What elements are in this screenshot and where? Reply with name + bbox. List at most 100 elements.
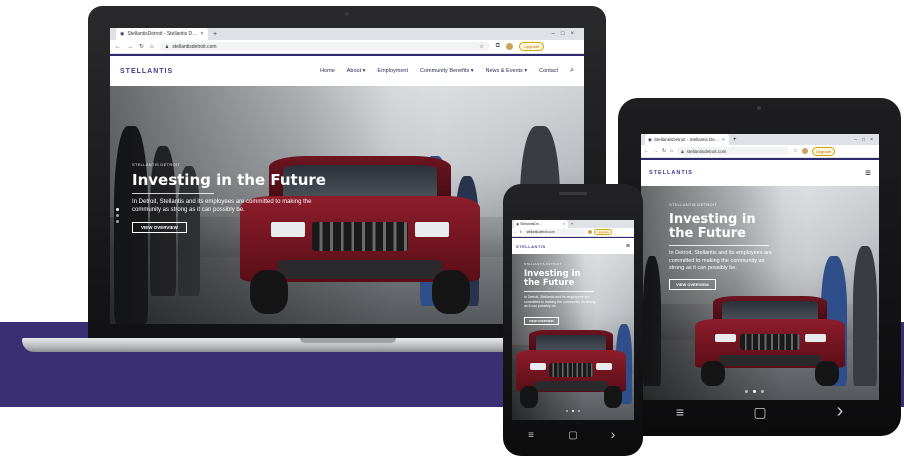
minimize-button[interactable]: – xyxy=(854,137,857,143)
menu-item-employment[interactable]: Employment xyxy=(377,68,408,74)
carousel-dot[interactable] xyxy=(116,208,119,211)
close-icon[interactable]: × xyxy=(563,222,565,226)
favicon-icon: ◉ xyxy=(648,136,652,142)
hero-body: In Detroit, Stellantis and its employees… xyxy=(132,198,312,213)
new-tab-button[interactable]: + xyxy=(571,222,573,226)
phone-toolbar: ← ↻ stellantisdetroit.com Upgrade xyxy=(512,228,634,237)
phone-speaker xyxy=(559,192,587,195)
close-window-button[interactable]: × xyxy=(870,137,873,143)
tablet-window-controls: – □ × xyxy=(854,137,873,143)
phone-address-bar[interactable]: stellantisdetroit.com xyxy=(524,229,587,235)
carousel-dot[interactable] xyxy=(116,214,119,217)
favicon-icon: ◉ xyxy=(120,31,125,37)
hero-eyebrow: STELLANTIS DETROIT xyxy=(132,162,181,167)
hero-headline: Investing in the Future xyxy=(524,270,604,288)
hamburger-icon[interactable]: ≡ xyxy=(626,243,630,250)
view-overview-button[interactable]: VIEW OVERVIEW xyxy=(524,317,559,325)
close-icon[interactable]: × xyxy=(200,31,203,37)
laptop-tab-title: StellantisDetroit - Stellantis Detroit xyxy=(127,31,198,37)
carousel-dot[interactable] xyxy=(753,390,756,393)
phone-home-key[interactable]: ▢ xyxy=(566,430,580,441)
phone-tab[interactable]: ◉ StellantisDe... × xyxy=(514,220,568,228)
hero-eyebrow: STELLANTIS DETROIT xyxy=(524,262,562,266)
profile-avatar[interactable] xyxy=(588,230,593,234)
star-icon[interactable]: ☆ xyxy=(479,44,483,50)
extension-icon[interactable]: ⧉ xyxy=(496,43,500,50)
view-overview-button[interactable]: VIEW OVERVIEW xyxy=(669,278,716,290)
hamburger-icon[interactable]: ≡ xyxy=(865,168,871,179)
hero-headline-line1: Investing in xyxy=(669,212,756,227)
upgrade-button[interactable]: Upgrade xyxy=(518,42,545,51)
laptop-site-nav: STELLANTIS Home About ▾ Employment Commu… xyxy=(110,56,584,86)
site-logo[interactable]: STELLANTIS xyxy=(516,244,546,249)
back-icon[interactable]: ← xyxy=(514,230,518,234)
home-icon[interactable]: ⌂ xyxy=(150,44,154,50)
carousel-dot[interactable] xyxy=(745,390,748,393)
hero-headline-line2: the Future xyxy=(669,225,746,241)
site-logo[interactable]: STELLANTIS xyxy=(120,68,173,75)
tablet-address-bar[interactable]: 🔒︎ stellantisdetroit.com xyxy=(677,147,790,155)
tablet-hero-text: STELLANTIS DETROIT Investing in the Futu… xyxy=(669,202,789,291)
maximize-button[interactable]: □ xyxy=(561,31,565,37)
jeep-vehicle xyxy=(695,296,845,386)
menu-item-about[interactable]: About ▾ xyxy=(347,68,366,74)
carousel-dot[interactable] xyxy=(578,410,580,412)
tablet-back-key[interactable]: › xyxy=(830,400,850,423)
hero-rule xyxy=(669,245,769,247)
laptop-url: stellantisdetroit.com xyxy=(172,43,217,50)
hero-body: In Detroit, Stellantis and its employees… xyxy=(669,250,773,272)
phone-hero-text: STELLANTIS DETROIT Investing in the Futu… xyxy=(524,262,604,327)
laptop-address-bar[interactable]: 🔒︎ stellantisdetroit.com ☆ xyxy=(159,42,490,51)
phone-screen: ◉ StellantisDe... × + ← ↻ stellantisdetr… xyxy=(512,220,634,420)
phone-back-key[interactable]: › xyxy=(606,426,620,442)
lock-icon: 🔒︎ xyxy=(165,43,169,50)
back-icon[interactable]: ← xyxy=(644,148,649,154)
tablet-url: stellantisdetroit.com xyxy=(686,148,727,154)
site-logo[interactable]: STELLANTIS xyxy=(649,170,693,176)
close-icon[interactable]: × xyxy=(722,137,725,142)
tablet-camera xyxy=(757,106,761,110)
reload-icon[interactable]: ↻ xyxy=(139,43,144,50)
close-window-button[interactable]: × xyxy=(570,31,574,37)
tablet-menu-key[interactable]: ≡ xyxy=(670,404,690,420)
menu-item-news-label: News & Events xyxy=(485,68,523,74)
tablet-home-key[interactable]: ▢ xyxy=(750,404,770,421)
back-icon[interactable]: ← xyxy=(115,44,121,50)
hero-headline-line2: the Future xyxy=(524,277,575,288)
carousel-dot[interactable] xyxy=(572,410,574,412)
search-icon[interactable]: ⌕ xyxy=(570,67,574,75)
favicon-icon: ◉ xyxy=(516,222,520,226)
view-overview-button[interactable]: VIEW OVERVIEW xyxy=(132,221,187,233)
phone-url: stellantisdetroit.com xyxy=(526,230,555,234)
new-tab-button[interactable]: + xyxy=(733,137,737,143)
laptop-toolbar: ← → ↻ ⌂ 🔒︎ stellantisdetroit.com ☆ ⧉ Upg… xyxy=(110,40,584,54)
minimize-button[interactable]: – xyxy=(552,31,555,37)
forward-icon[interactable]: → xyxy=(653,148,658,154)
new-tab-button[interactable]: + xyxy=(213,31,217,38)
upgrade-button[interactable]: Upgrade xyxy=(594,229,612,235)
carousel-dot[interactable] xyxy=(566,410,568,412)
menu-item-contact[interactable]: Contact xyxy=(539,68,558,74)
profile-avatar[interactable] xyxy=(505,43,513,50)
carousel-dot[interactable] xyxy=(761,390,764,393)
laptop-tab[interactable]: ◉ StellantisDetroit - Stellantis Detroit… xyxy=(116,28,208,40)
maximize-button[interactable]: □ xyxy=(862,137,865,143)
tablet-tab-title: StellantisDetroit - Stellantis Detroit xyxy=(653,137,720,142)
jeep-vehicle xyxy=(516,330,626,408)
carousel-dot[interactable] xyxy=(116,220,119,223)
laptop-camera xyxy=(345,12,349,16)
reload-icon[interactable]: ↻ xyxy=(662,148,666,154)
forward-icon[interactable]: → xyxy=(127,44,133,50)
reload-icon[interactable]: ↻ xyxy=(520,230,523,234)
tablet-tab[interactable]: ◉ StellantisDetroit - Stellantis Detroit… xyxy=(645,134,729,145)
home-icon[interactable]: ⌂ xyxy=(670,148,673,154)
menu-item-home[interactable]: Home xyxy=(320,68,335,74)
marketing-composite: ◉ StellantisDetroit - Stellantis Detroit… xyxy=(0,0,904,461)
profile-avatar[interactable] xyxy=(801,148,808,154)
star-icon[interactable]: ☆ xyxy=(793,148,797,154)
menu-item-community-benefits[interactable]: Community Benefits ▾ xyxy=(420,68,474,74)
upgrade-button[interactable]: Upgrade xyxy=(811,146,836,156)
menu-item-news-events[interactable]: News & Events ▾ xyxy=(486,68,528,74)
tablet-tabbar: ◉ StellantisDetroit - Stellantis Detroit… xyxy=(641,134,879,145)
phone-menu-key[interactable]: ≡ xyxy=(524,430,538,441)
